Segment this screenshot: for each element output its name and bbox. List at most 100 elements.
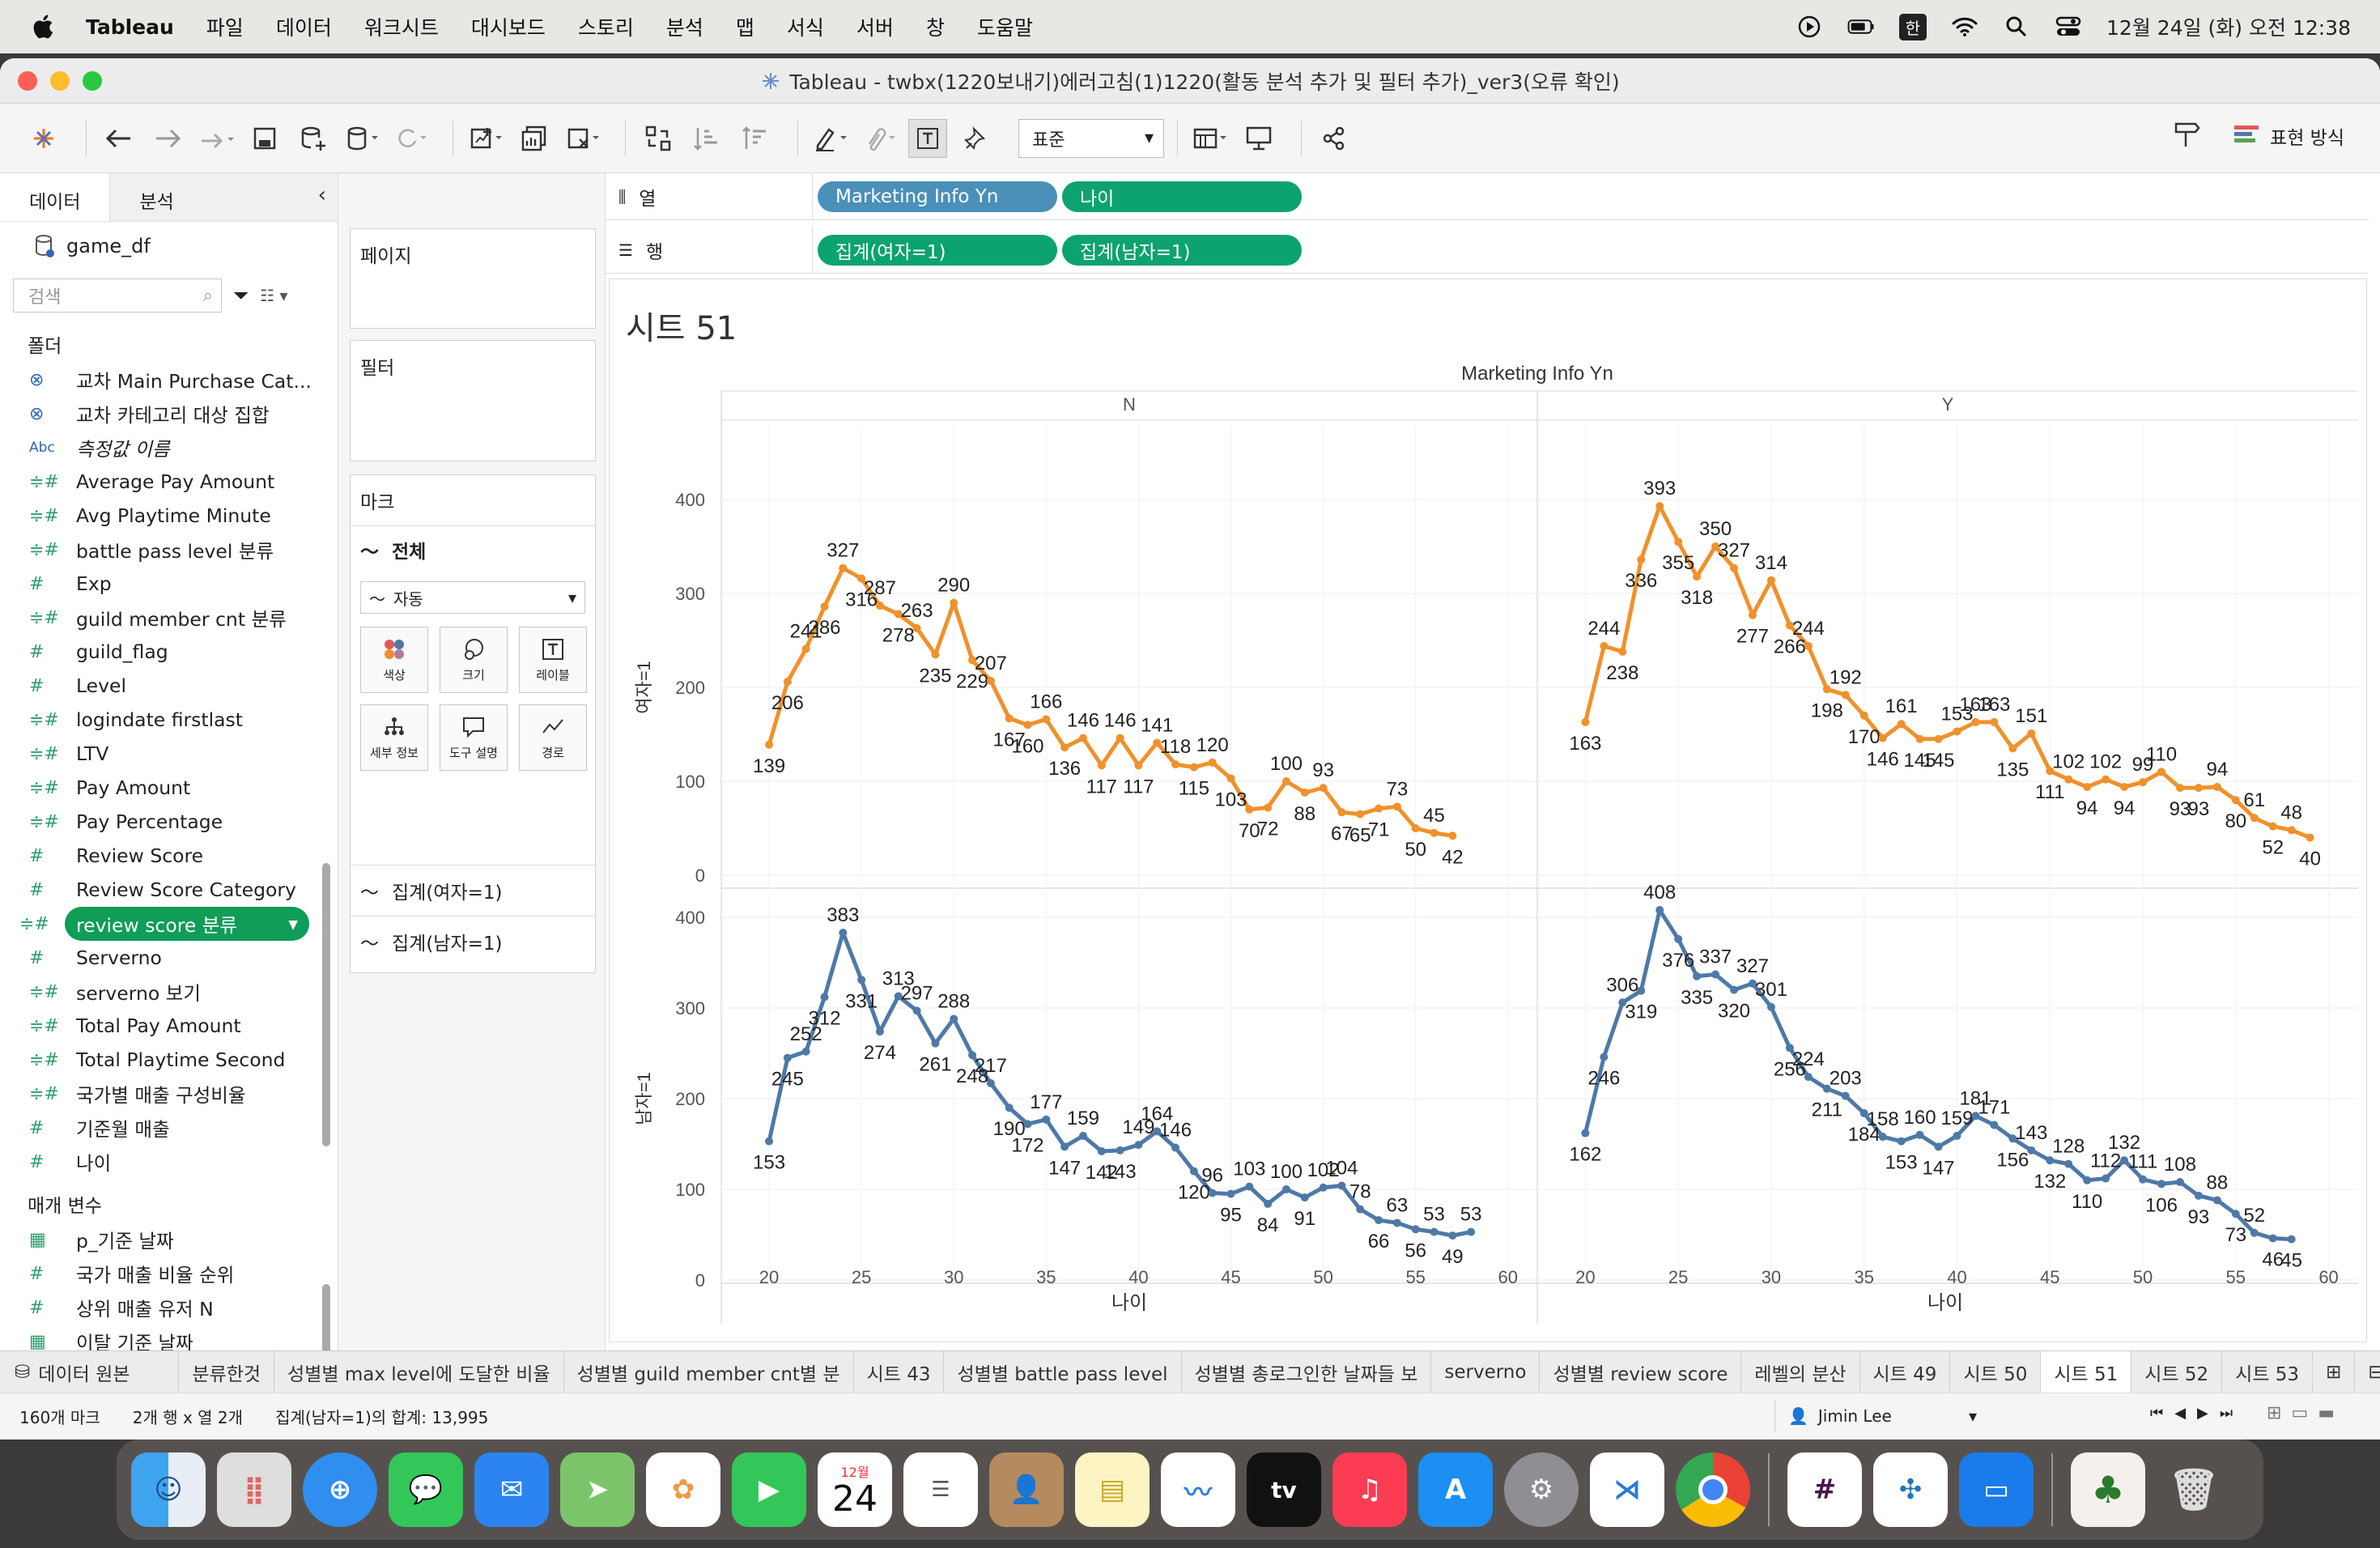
data-point[interactable] xyxy=(2212,1196,2221,1205)
data-point[interactable] xyxy=(783,678,792,687)
data-point[interactable] xyxy=(1078,1131,1087,1140)
photos-icon[interactable]: ✿ xyxy=(646,1452,720,1527)
field-item[interactable]: ≑# guild member cnt 분류 xyxy=(0,601,338,635)
tv-icon[interactable]: tv xyxy=(1247,1452,1321,1527)
appstore-icon[interactable]: A xyxy=(1418,1452,1493,1527)
data-point[interactable] xyxy=(1953,727,1961,736)
data-point[interactable] xyxy=(875,1027,884,1036)
field-item[interactable]: ⊗ 교차 Main Purchase Cat... xyxy=(0,363,338,397)
sheet-tab[interactable]: 레벨의 분산 xyxy=(1741,1350,1860,1393)
forward-arrow-icon[interactable] xyxy=(148,119,187,158)
data-point[interactable] xyxy=(1060,1142,1069,1151)
data-point[interactable] xyxy=(1448,1231,1457,1240)
data-point[interactable] xyxy=(1226,1189,1235,1198)
field-item[interactable]: ≑# serverno 보기 xyxy=(0,975,338,1009)
data-point[interactable] xyxy=(986,676,995,685)
data-point[interactable] xyxy=(1730,563,1739,572)
sheet-tab[interactable]: 시트 52 xyxy=(2131,1350,2223,1393)
path-button[interactable]: 경로 xyxy=(519,704,587,771)
presentation-mode-icon[interactable] xyxy=(1239,119,1278,158)
sheet-tab[interactable]: 시트 49 xyxy=(1860,1350,1951,1393)
data-point[interactable] xyxy=(1097,761,1106,770)
data-point[interactable] xyxy=(2046,1156,2055,1165)
sheet-tab[interactable]: 시트 43 xyxy=(854,1350,945,1393)
save-icon[interactable] xyxy=(245,119,284,158)
data-point[interactable] xyxy=(820,993,829,1002)
data-point[interactable] xyxy=(1375,1216,1383,1225)
data-point[interactable] xyxy=(875,602,884,610)
sheet-tab[interactable]: 성별별 guild member cnt별 분 xyxy=(564,1350,854,1393)
data-point[interactable] xyxy=(2194,1191,2203,1200)
reminders-icon[interactable]: ☰ xyxy=(903,1452,978,1527)
data-point[interactable] xyxy=(1264,1199,1273,1208)
data-point[interactable] xyxy=(783,1053,792,1062)
data-point[interactable] xyxy=(2175,1178,2184,1187)
sheet-tab[interactable]: serverno xyxy=(1431,1350,1541,1393)
data-point[interactable] xyxy=(1448,831,1457,840)
data-point[interactable] xyxy=(2008,744,2017,753)
data-point[interactable] xyxy=(1655,502,1664,511)
data-point[interactable] xyxy=(1208,758,1217,767)
menu-analysis[interactable]: 분석 xyxy=(666,12,703,41)
data-point[interactable] xyxy=(2120,1156,2129,1165)
menu-file[interactable]: 파일 xyxy=(206,12,244,41)
data-source-tab[interactable]: ⛁ 데이터 원본 xyxy=(0,1350,180,1393)
field-item[interactable]: # Review Score xyxy=(0,839,338,873)
menubar-clock[interactable]: 12월 24일 (화) 오전 12:38 xyxy=(2106,12,2351,41)
data-point[interactable] xyxy=(1005,1104,1014,1112)
new-worksheet-tab-icon[interactable]: ⊞ xyxy=(2313,1350,2356,1393)
contacts-icon[interactable]: 👤 xyxy=(989,1452,1064,1527)
data-point[interactable] xyxy=(1116,1146,1124,1155)
freeform-icon[interactable]: 〰 xyxy=(1161,1452,1235,1527)
data-point[interactable] xyxy=(1097,1146,1106,1155)
minimize-window-button[interactable] xyxy=(50,71,70,91)
field-item[interactable]: ≑# Avg Playtime Minute xyxy=(0,499,338,533)
field-item[interactable]: # guild_flag xyxy=(0,635,338,669)
data-source-item[interactable]: game_df xyxy=(0,222,338,270)
data-point[interactable] xyxy=(1581,1129,1590,1138)
tooltip-button[interactable]: 도구 설명 xyxy=(440,704,508,771)
field-item[interactable]: # Serverno xyxy=(0,941,338,975)
sort-descending-icon[interactable] xyxy=(736,119,775,158)
data-point[interactable] xyxy=(912,623,921,632)
data-point[interactable] xyxy=(1600,1053,1609,1061)
parameter-item[interactable]: # 상위 매출 유저 N xyxy=(0,1291,338,1325)
menu-dashboard[interactable]: 대시보드 xyxy=(471,12,546,41)
data-point[interactable] xyxy=(2083,782,2092,791)
data-point[interactable] xyxy=(1134,1141,1143,1150)
data-point[interactable] xyxy=(2157,1180,2165,1189)
data-point[interactable] xyxy=(950,598,958,607)
new-data-source-icon[interactable] xyxy=(294,119,333,158)
signpost-icon[interactable] xyxy=(2171,119,2200,153)
share-icon[interactable] xyxy=(1315,119,1354,158)
data-point[interactable] xyxy=(1990,717,1999,726)
trash-icon[interactable]: 🗑 xyxy=(2157,1452,2231,1527)
vscode-icon[interactable]: ⋊ xyxy=(1590,1452,1664,1527)
field-item[interactable]: ≑# Total Pay Amount xyxy=(0,1009,338,1043)
data-point[interactable] xyxy=(1171,760,1180,769)
show-cards-icon[interactable] xyxy=(1191,119,1230,158)
new-worksheet-icon[interactable] xyxy=(466,119,505,158)
data-point[interactable] xyxy=(2268,1234,2277,1243)
field-item[interactable]: ≑# review score 분류 ▾ xyxy=(19,907,309,941)
field-item[interactable]: ≑# Pay Percentage xyxy=(0,805,338,839)
data-point[interactable] xyxy=(801,1047,810,1056)
data-point[interactable] xyxy=(1655,906,1664,915)
marks-measure-male[interactable]: 〜 집계(남자=1) xyxy=(351,916,595,967)
tab-analysis[interactable]: 분석 ‹ xyxy=(109,173,338,221)
music-icon[interactable]: ♫ xyxy=(1332,1452,1407,1527)
data-point[interactable] xyxy=(1319,1183,1328,1192)
data-point[interactable] xyxy=(1005,714,1014,723)
data-point[interactable] xyxy=(1711,970,1720,979)
view-grid-icons[interactable]: ⊞▭▬ xyxy=(2267,1403,2344,1423)
facetime-icon[interactable]: ▶ xyxy=(732,1452,806,1527)
maps-icon[interactable]: ➤ xyxy=(560,1452,635,1527)
apple-icon[interactable] xyxy=(31,13,58,40)
data-point[interactable] xyxy=(1189,763,1198,772)
data-point[interactable] xyxy=(1600,641,1609,650)
input-method-badge[interactable]: 한 xyxy=(1898,13,1927,40)
data-point[interactable] xyxy=(1078,734,1087,742)
view-options-icon[interactable]: ☷ ▾ xyxy=(260,286,287,305)
data-point[interactable] xyxy=(1245,1182,1254,1191)
data-point[interactable] xyxy=(1674,538,1683,546)
